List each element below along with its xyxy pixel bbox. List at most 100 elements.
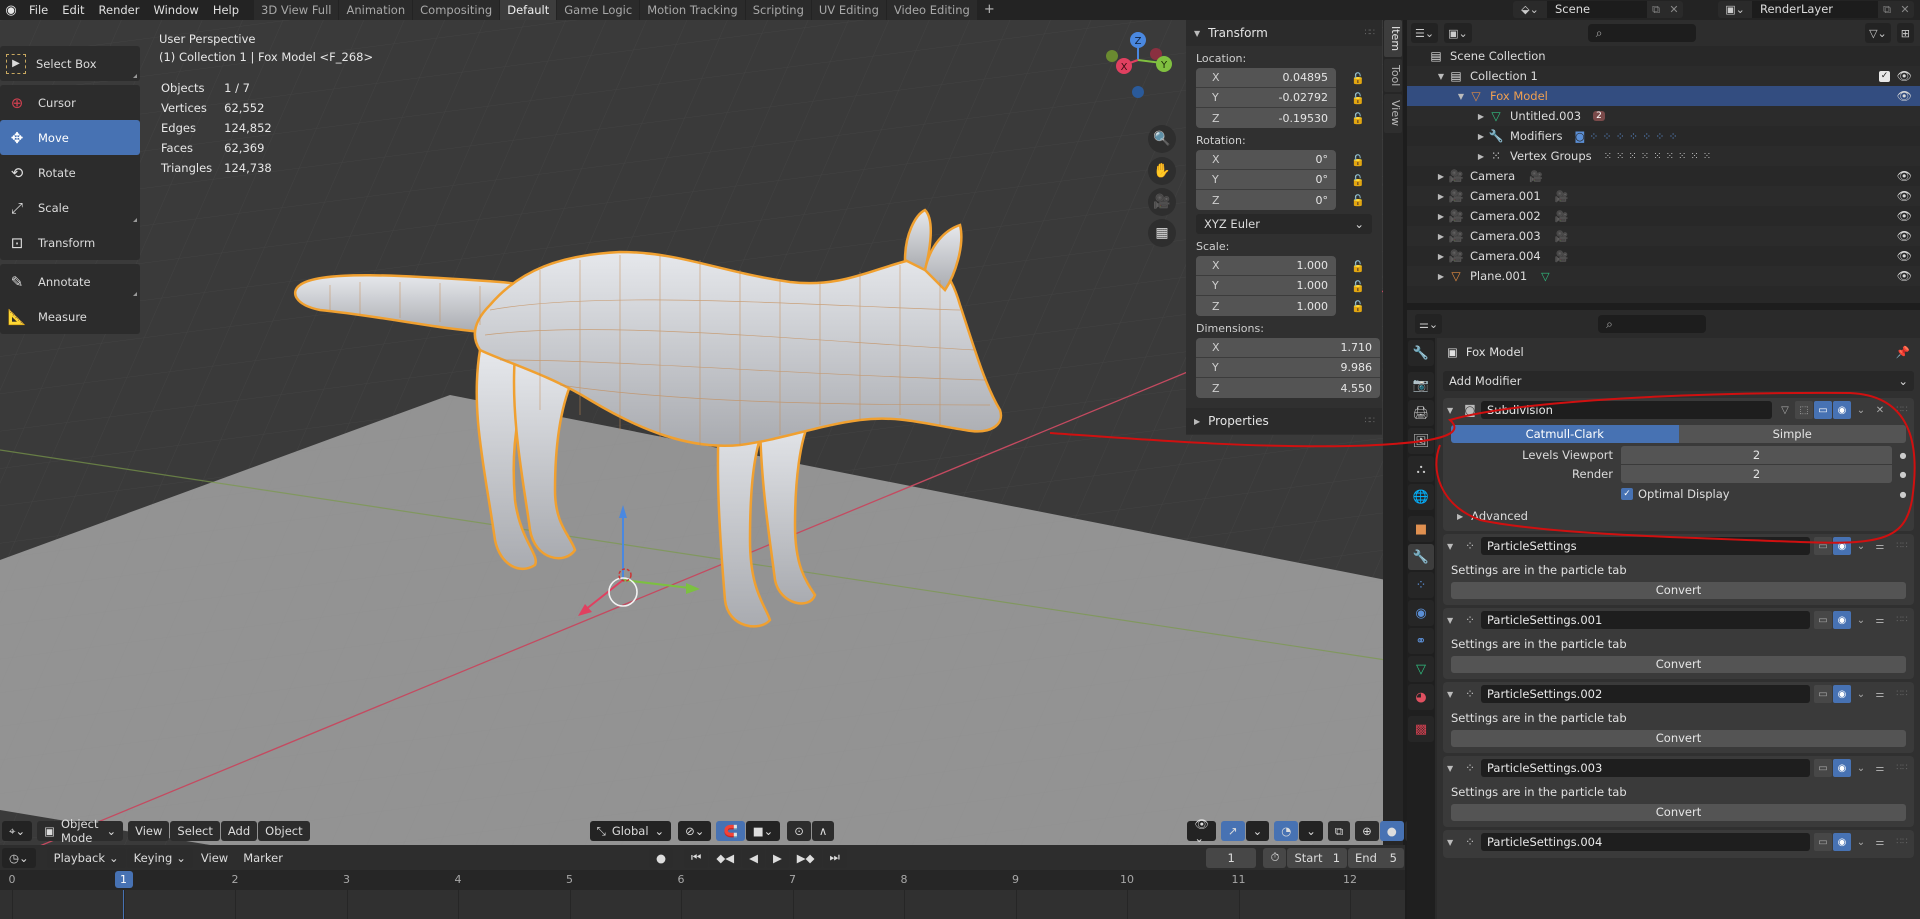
lock-icon[interactable]: 🔓 xyxy=(1348,88,1368,108)
playhead[interactable]: 1 xyxy=(114,871,133,888)
menu-playback[interactable]: Playback ⌄ xyxy=(46,847,126,868)
snap-target-dropdown[interactable]: ■⌄ xyxy=(745,821,781,841)
vertex-group-icon[interactable]: ⁙ xyxy=(1690,151,1698,162)
tab-scripting[interactable]: Scripting xyxy=(745,0,811,20)
menu-select[interactable]: Select xyxy=(170,821,220,841)
toggle-icon[interactable]: ⚌ xyxy=(1871,833,1889,851)
location-x-field[interactable]: X 0.04895 xyxy=(1196,68,1336,88)
menu-window[interactable]: Window xyxy=(146,0,205,20)
3d-viewport[interactable]: ▶ Select Box ⊕ Cursor ✥ Move ⟲ Rotate ⤢ Scale… xyxy=(0,20,1386,850)
add-workspace-button[interactable]: + xyxy=(978,0,1001,20)
outliner-row[interactable]: ▼ ▤ Collection 1 ✓ 👁 xyxy=(1407,66,1920,86)
optimal-display-checkbox[interactable]: ✓ xyxy=(1621,488,1633,500)
duplicate-scene-icon[interactable]: ⧉ xyxy=(1647,3,1665,17)
particle-system-icon[interactable]: ⁘ xyxy=(1589,130,1598,143)
drag-grip-icon[interactable]: ∷∷ xyxy=(1890,837,1914,847)
menu-timeline-view[interactable]: View xyxy=(194,848,235,868)
menu-keying[interactable]: Keying ⌄ xyxy=(126,847,193,868)
convert-button[interactable]: Convert xyxy=(1451,582,1906,599)
drag-grip-icon[interactable]: ∷∷ xyxy=(1365,416,1376,426)
simple-option[interactable]: Simple xyxy=(1678,425,1906,443)
lock-icon[interactable]: 🔓 xyxy=(1348,276,1368,296)
drag-grip-icon[interactable]: ∷∷ xyxy=(1890,689,1914,699)
vertex-group-icon[interactable]: ⁙ xyxy=(1628,151,1636,162)
tab-render[interactable]: 📷 xyxy=(1408,372,1434,398)
exclude-checkbox[interactable]: ✓ xyxy=(1879,70,1890,82)
eye-icon[interactable]: 👁 xyxy=(1897,209,1912,223)
collapse-icon[interactable]: ▼ xyxy=(1447,690,1459,699)
drag-grip-icon[interactable]: ∷∷ xyxy=(1365,28,1376,38)
menu-help[interactable]: Help xyxy=(206,0,246,20)
lock-icon[interactable]: 🔓 xyxy=(1348,256,1368,276)
keyframe-dot-icon[interactable]: ● xyxy=(1892,490,1914,499)
toggle-icon[interactable]: ⚌ xyxy=(1871,611,1889,629)
levels-viewport-field[interactable]: 2 xyxy=(1621,446,1892,464)
tab-physics[interactable]: ◉ xyxy=(1408,600,1434,626)
prev-keyframe-button[interactable]: ◆◀ xyxy=(709,847,742,868)
viewport-toggle[interactable]: ▭ xyxy=(1814,537,1832,555)
lock-icon[interactable]: 🔓 xyxy=(1348,68,1368,88)
viewport-toggle[interactable]: ▭ xyxy=(1814,759,1832,777)
viewport-toggle[interactable]: ▭ xyxy=(1814,401,1832,419)
keyframe-dot-icon[interactable]: ● xyxy=(1892,451,1914,460)
scale-y-field[interactable]: Y 1.000 xyxy=(1196,276,1336,296)
outliner-row[interactable]: ▶ ▽ Plane.001 ▽ 👁 xyxy=(1407,266,1920,286)
outliner-row[interactable]: ▶ 🎥 Camera 🎥 👁 xyxy=(1407,166,1920,186)
drag-grip-icon[interactable]: ∷∷ xyxy=(1890,615,1914,625)
tab-constraints[interactable]: ⚭ xyxy=(1408,628,1434,654)
expand-icon[interactable]: ▶ xyxy=(1435,192,1447,201)
expand-icon[interactable]: ▶ xyxy=(1435,272,1447,281)
modifier-menu-dropdown[interactable]: ⌄ xyxy=(1852,401,1870,419)
jump-end-button[interactable]: ⏭ xyxy=(822,847,847,868)
menu-file[interactable]: File xyxy=(22,0,55,20)
menu-render[interactable]: Render xyxy=(92,0,147,20)
expand-icon[interactable]: ▶ xyxy=(1435,232,1447,241)
outliner-search-input[interactable]: ⌕ xyxy=(1587,24,1696,42)
particle-system-icon[interactable]: ⁘ xyxy=(1655,130,1664,143)
menu-edit[interactable]: Edit xyxy=(55,0,91,20)
collapse-icon[interactable]: ▼ xyxy=(1455,92,1467,101)
tab-3d-view-full[interactable]: 3D View Full xyxy=(254,0,339,20)
modifier-menu-dropdown[interactable]: ⌄ xyxy=(1852,833,1870,851)
vertex-group-icon[interactable]: ⁙ xyxy=(1616,151,1624,162)
eye-icon[interactable]: 👁 xyxy=(1897,169,1912,183)
tab-game-logic[interactable]: Game Logic xyxy=(557,0,640,20)
collapse-icon[interactable]: ▼ xyxy=(1447,838,1459,847)
particle-system-icon[interactable]: ⁘ xyxy=(1602,130,1611,143)
modifier-menu-dropdown[interactable]: ⌄ xyxy=(1852,537,1870,555)
scene-selector[interactable]: ⬙⌄ Scene ⧉ ✕ xyxy=(1513,1,1683,18)
vertex-group-icon[interactable]: ⁙ xyxy=(1653,151,1661,162)
outliner-row[interactable]: ▶ ▽ Untitled.003 2 xyxy=(1407,106,1920,126)
eye-icon[interactable]: 👁 xyxy=(1897,189,1912,203)
expand-icon[interactable]: ▶ xyxy=(1475,112,1487,121)
camera-data-icon[interactable]: 🎥 xyxy=(1555,190,1569,203)
modifier-name-field[interactable]: ParticleSettings.003 xyxy=(1481,759,1810,777)
tool-measure[interactable]: 📐 Measure xyxy=(0,299,140,334)
eye-icon[interactable]: 👁 xyxy=(1897,229,1912,243)
modifier-menu-dropdown[interactable]: ⌄ xyxy=(1852,759,1870,777)
vertex-group-icon[interactable]: ⁙ xyxy=(1641,151,1649,162)
tab-item[interactable]: Item xyxy=(1384,20,1402,58)
particle-system-icon[interactable]: ⁘ xyxy=(1669,130,1678,143)
tab-default[interactable]: Default xyxy=(500,0,557,20)
gizmo-dropdown[interactable]: ⌄ xyxy=(1245,821,1270,841)
jump-start-button[interactable]: ⏮ xyxy=(684,847,709,868)
play-reverse-button[interactable]: ◀ xyxy=(742,847,765,868)
start-frame-field[interactable]: Start 1 xyxy=(1287,847,1348,868)
shading-wireframe[interactable]: ⊕ xyxy=(1355,821,1379,841)
overlays-toggle[interactable]: ◔ xyxy=(1274,821,1299,841)
tool-select-box[interactable]: ▶ Select Box xyxy=(0,46,140,81)
tab-view-layer[interactable]: 🖼 xyxy=(1408,428,1434,454)
vertex-group-icon[interactable]: ⁙ xyxy=(1666,151,1674,162)
orientation-dropdown[interactable]: ⤡ Global ⌄ xyxy=(589,821,672,841)
camera-data-icon[interactable]: 🎥 xyxy=(1555,230,1569,243)
expand-icon[interactable]: ▶ xyxy=(1475,152,1487,161)
pin-icon[interactable]: 📌 xyxy=(1896,345,1910,359)
eye-icon[interactable]: 👁 xyxy=(1897,249,1912,263)
tool-transform[interactable]: ⊡ Transform xyxy=(0,225,140,260)
viewport-toggle[interactable]: ▭ xyxy=(1814,611,1832,629)
current-frame-field[interactable]: 1 xyxy=(1205,847,1257,868)
drag-grip-icon[interactable]: ∷∷ xyxy=(1890,405,1914,415)
blender-logo-icon[interactable]: ◉ xyxy=(0,0,22,20)
end-frame-field[interactable]: End 5 xyxy=(1348,847,1404,868)
